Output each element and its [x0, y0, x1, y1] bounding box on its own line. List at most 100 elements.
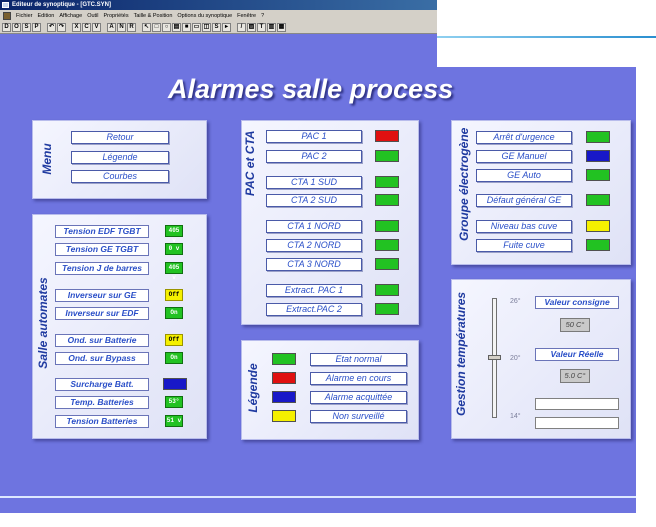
button-cta-3-nord[interactable]: CTA 3 NORD [266, 258, 362, 271]
menu-item-proprietes[interactable]: Propriétés [104, 13, 129, 19]
menu-bar: Fichier Edition Affichage Outil Propriétés Ta… [0, 10, 437, 22]
button-cta-1-nord[interactable]: CTA 1 NORD [266, 220, 362, 233]
toolbar-button[interactable]: ○ [162, 23, 171, 32]
menu-item-[interactable]: ? [261, 13, 264, 19]
toolbar-button[interactable]: R [127, 23, 136, 32]
bottom-margin [0, 513, 656, 527]
toolbar-button[interactable]: P [32, 23, 41, 32]
toolbar-button[interactable]: ▦ [277, 23, 286, 32]
toolbar-button[interactable]: D [2, 23, 11, 32]
toolbar-button[interactable]: X [72, 23, 81, 32]
button-fuite-cuve[interactable]: Fuite cuve [476, 239, 572, 252]
toolbar-button[interactable]: ▥ [267, 23, 276, 32]
panel-label-groupe-electrogene: Groupe électrogène [457, 127, 471, 241]
toolbar-button[interactable]: V [92, 23, 101, 32]
groupe-electrogene-panel: Groupe électrogène Arrêt d'urgence GE Man… [451, 120, 631, 265]
toolbar-button[interactable]: ▭ [192, 23, 201, 32]
toolbar-button[interactable]: O [12, 23, 21, 32]
button-arret-d-urgence[interactable]: Arrêt d'urgence [476, 131, 572, 144]
menu-panel: Menu Retour Légende Courbes [32, 120, 207, 199]
menu-item-options-du-synoptique[interactable]: Options du synoptique [177, 13, 232, 19]
toolbar-button[interactable]: ▨ [247, 23, 256, 32]
legend-label-non-surveille: Non surveillé [310, 410, 407, 423]
menu-item-affichage[interactable]: Affichage [59, 13, 82, 19]
courbes-button[interactable]: Courbes [71, 170, 169, 183]
button-ge-auto[interactable]: GE Auto [476, 169, 572, 182]
panel-label-gestion-temperatures: Gestion températures [454, 291, 468, 416]
button-defaut-general-ge[interactable]: Défaut général GE [476, 194, 572, 207]
status-indicator [586, 220, 610, 232]
label-ond-sur-bypass: Ond. sur Bypass [55, 352, 149, 365]
panel-label-salle-automates: Salle automates [36, 277, 50, 369]
toolbar-button[interactable]: □ [152, 23, 161, 32]
legende-button[interactable]: Légende [71, 151, 169, 164]
valeur-reelle-value: 5.0 C° [560, 369, 590, 383]
document-icon[interactable] [3, 12, 11, 20]
legende-panel: Légende Etat normal Alarme en cours Alarme… [241, 340, 419, 440]
status-indicator [586, 239, 610, 251]
scale-top-label: 26° [510, 298, 521, 305]
toolbar-button[interactable]: ■ [182, 23, 191, 32]
toolbar-button[interactable]: T [257, 23, 266, 32]
toolbar-button[interactable]: ↖ [142, 23, 151, 32]
legend-label-etat-normal: Etat normal [310, 353, 407, 366]
toolbar-button[interactable]: C [82, 23, 91, 32]
toolbar-button[interactable]: ▸ [222, 23, 231, 32]
app-window-icon [2, 2, 9, 8]
menu-item-taille-position[interactable]: Taille & Position [134, 13, 173, 19]
legend-swatch-red [272, 372, 296, 384]
button-extract-pac-1[interactable]: Extract. PAC 1 [266, 284, 362, 297]
retour-button[interactable]: Retour [71, 131, 169, 144]
toolbar-button[interactable]: / [237, 23, 246, 32]
label-tension-batteries: Tension Batteries [55, 415, 149, 428]
legend-label-alarme-en-cours: Alarme en cours [310, 372, 407, 385]
button-pac-1[interactable]: PAC 1 [266, 130, 362, 143]
toolbar-button[interactable]: ↶ [47, 23, 56, 32]
toolbar-separator [102, 23, 106, 32]
menu-item-outil[interactable]: Outil [87, 13, 98, 19]
toolbar: D O S P ↶ ↷ X C V A N R ↖ □ ○ ▤ ■ ▭ ◫ S ▸ / ▨ T ▥ ▦ [0, 22, 437, 34]
valeur-consigne-label: Valeur consigne [535, 296, 619, 309]
temperature-slider-thumb[interactable] [488, 355, 501, 360]
value-inverseur-sur-edf: On [165, 307, 183, 319]
toolbar-button[interactable]: S [212, 23, 221, 32]
value-ond-sur-batterie: Off [165, 334, 183, 346]
panel-label-menu: Menu [40, 143, 54, 175]
label-tension-j-de-barres: Tension J de barres [55, 262, 149, 275]
status-indicator [375, 303, 399, 315]
toolbar-separator [42, 23, 46, 32]
empty-field[interactable] [535, 398, 619, 410]
status-indicator [375, 239, 399, 251]
decorative-line [437, 36, 656, 38]
button-extract-pac-2[interactable]: Extract.PAC 2 [266, 303, 362, 316]
toolbar-button[interactable]: N [117, 23, 126, 32]
menu-item-edition[interactable]: Edition [38, 13, 55, 19]
toolbar-button[interactable]: S [22, 23, 31, 32]
window-title: Editeur de synoptique - [GTC.SYN] [12, 2, 112, 8]
value-ond-sur-bypass: On [165, 352, 183, 364]
status-indicator [375, 130, 399, 142]
toolbar-button[interactable]: ▤ [172, 23, 181, 32]
menu-item-fichier[interactable]: Fichier [16, 13, 33, 19]
empty-field[interactable] [535, 417, 619, 429]
gestion-temperatures-panel: Gestion températures 26° 20° 14° Valeur … [451, 279, 631, 439]
button-pac-2[interactable]: PAC 2 [266, 150, 362, 163]
value-tension-batteries: 51 v [165, 415, 183, 427]
toolbar-button[interactable]: ↷ [57, 23, 66, 32]
menu-item-fenetre[interactable]: Fenêtre [237, 13, 256, 19]
salle-automates-panel: Salle automates Tension EDF TGBT 405 v Ten… [32, 214, 207, 439]
button-niveau-bas-cuve[interactable]: Niveau bas cuve [476, 220, 572, 233]
toolbar-button[interactable]: A [107, 23, 116, 32]
valeur-reelle-label: Valeur Réelle [535, 348, 619, 361]
status-indicator [586, 194, 610, 206]
toolbar-button[interactable]: ◫ [202, 23, 211, 32]
button-cta-2-sud[interactable]: CTA 2 SUD [266, 194, 362, 207]
value-temp-batteries: 53° [165, 396, 183, 408]
button-cta-1-sud[interactable]: CTA 1 SUD [266, 176, 362, 189]
legend-swatch-green [272, 353, 296, 365]
panel-label-legende: Légende [246, 363, 260, 413]
legend-swatch-blue [272, 391, 296, 403]
button-cta-2-nord[interactable]: CTA 2 NORD [266, 239, 362, 252]
button-ge-manuel[interactable]: GE Manuel [476, 150, 572, 163]
valeur-consigne-value[interactable]: 50 C° [560, 318, 590, 332]
